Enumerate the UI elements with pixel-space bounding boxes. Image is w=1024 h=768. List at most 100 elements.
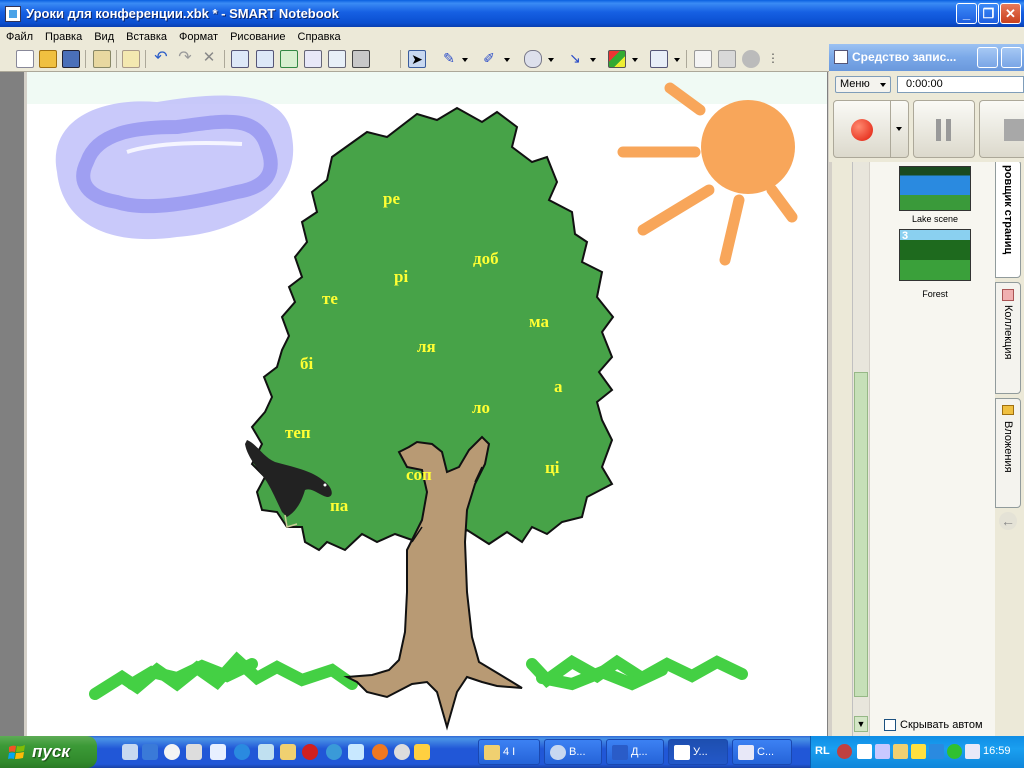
magic-wand-icon[interactable] (122, 50, 140, 68)
folder-icon[interactable] (280, 744, 296, 760)
quicklaunch-icon[interactable] (394, 744, 410, 760)
word-icon (612, 745, 628, 760)
syllable-word[interactable]: па (330, 496, 348, 516)
shapes-icon[interactable] (608, 50, 626, 68)
tab-attachments[interactable]: Вложения (995, 398, 1021, 508)
task-button[interactable]: 4 I (478, 739, 540, 765)
quicklaunch-icon[interactable] (142, 744, 158, 760)
auto-hide-checkbox[interactable] (884, 718, 896, 731)
pause-button[interactable] (913, 100, 975, 158)
stop-icon (1004, 119, 1024, 141)
select-arrow-icon[interactable]: ➤ (408, 50, 426, 68)
recorder-menu-button[interactable]: Меню (835, 76, 891, 93)
properties-icon[interactable] (694, 50, 712, 68)
new-page-icon[interactable] (16, 50, 34, 68)
creative-pen-icon[interactable]: ✐ (480, 50, 498, 68)
internet-explorer-icon[interactable] (234, 744, 250, 760)
record-button[interactable] (833, 100, 909, 158)
quicklaunch-icon[interactable] (210, 744, 226, 760)
record-dropdown-icon[interactable] (896, 127, 902, 131)
start-button[interactable]: пуск (0, 736, 97, 768)
stop-button[interactable] (979, 100, 1024, 158)
menu-insert[interactable]: Вставка (120, 31, 173, 43)
tab-gallery[interactable]: Коллекция (995, 282, 1021, 394)
syllable-word[interactable]: теп (285, 423, 311, 443)
line-icon[interactable]: ↘ (566, 50, 584, 68)
scroll-down-arrow[interactable]: ▼ (854, 716, 868, 732)
task-button[interactable]: С... (732, 739, 792, 765)
syllable-word[interactable]: ці (545, 458, 560, 478)
transparency-icon[interactable] (742, 50, 760, 68)
add-page-icon[interactable] (280, 50, 298, 68)
whiteboard-canvas[interactable]: ре рі доб те ма ля бі а ло теп ці соп па (27, 72, 827, 736)
save-icon[interactable] (62, 50, 80, 68)
eraser-icon[interactable] (524, 50, 542, 68)
tray-icon[interactable] (875, 744, 890, 759)
screen-shade-icon[interactable] (304, 50, 322, 68)
auto-hide-bar: Скрывать автом (870, 713, 995, 736)
opera-icon[interactable] (302, 744, 318, 760)
camera-icon[interactable] (352, 50, 370, 68)
fill-icon[interactable] (650, 50, 668, 68)
task-button[interactable]: В... (544, 739, 602, 765)
media-player-icon[interactable] (164, 744, 180, 760)
language-indicator[interactable]: RL (815, 745, 830, 757)
tray-arrow-icon[interactable] (837, 744, 852, 759)
volume-icon[interactable] (965, 744, 980, 759)
page-thumbnail-lake[interactable] (899, 166, 971, 211)
menu-edit[interactable]: Правка (39, 31, 88, 43)
quicklaunch-icon[interactable] (326, 744, 342, 760)
delete-icon[interactable]: ✕ (200, 50, 218, 68)
tray-icon[interactable] (947, 744, 962, 759)
syllable-word[interactable]: соп (406, 465, 432, 485)
syllable-word[interactable]: а (554, 377, 563, 397)
next-page-icon[interactable] (256, 50, 274, 68)
task-button[interactable]: Д... (606, 739, 664, 765)
clock: 16:59 (983, 745, 1011, 757)
quicklaunch-icon[interactable] (122, 744, 138, 760)
quicklaunch-icon[interactable] (258, 744, 274, 760)
quicklaunch-icon[interactable] (414, 744, 430, 760)
menu-help[interactable]: Справка (292, 31, 347, 43)
tray-icon[interactable] (911, 744, 926, 759)
menu-view[interactable]: Вид (88, 31, 120, 43)
quicklaunch-icon[interactable] (186, 744, 202, 760)
minimize-button[interactable]: _ (956, 3, 977, 24)
recorder-maximize-button[interactable] (1001, 47, 1022, 68)
more-tools-icon[interactable]: ⋮ (764, 50, 782, 68)
syllable-word[interactable]: ма (529, 312, 549, 332)
page-sorter-scrollbar[interactable]: ▼ (852, 160, 869, 736)
full-screen-icon[interactable] (328, 50, 346, 68)
undo-icon[interactable]: ↶ (152, 50, 170, 68)
page-thumbnail-forest[interactable]: 3 (899, 229, 971, 281)
collapse-arrow-icon[interactable]: ← (999, 512, 1017, 530)
redo-icon[interactable]: ↷ (176, 50, 194, 68)
tray-icon[interactable] (893, 744, 908, 759)
tray-icon[interactable] (857, 744, 872, 759)
pen-icon[interactable]: ✎ (440, 50, 458, 68)
syllable-word[interactable]: ля (417, 337, 436, 357)
syllable-word[interactable]: рі (394, 267, 408, 287)
recorder-minimize-button[interactable] (977, 47, 998, 68)
syllable-word[interactable]: доб (473, 249, 499, 269)
open-folder-icon[interactable] (39, 50, 57, 68)
syllable-word[interactable]: те (322, 289, 338, 309)
quicklaunch-icon[interactable] (348, 744, 364, 760)
syllable-word[interactable]: бі (300, 354, 313, 374)
menu-format[interactable]: Формат (173, 31, 224, 43)
paste-icon[interactable] (93, 50, 111, 68)
tab-page-sorter[interactable]: ровщик страниц (995, 160, 1021, 278)
scrollbar-thumb[interactable] (854, 372, 868, 697)
recorder-title-bar[interactable]: Средство запис... (829, 44, 1024, 71)
menu-draw[interactable]: Рисование (224, 31, 291, 43)
line-style-icon[interactable] (718, 50, 736, 68)
email-icon[interactable] (372, 744, 388, 760)
previous-page-icon[interactable] (231, 50, 249, 68)
syllable-word[interactable]: ло (472, 398, 490, 418)
task-button-active[interactable]: У... (668, 739, 728, 765)
restore-button[interactable]: ❐ (978, 3, 999, 24)
close-button[interactable]: ✕ (1000, 3, 1021, 24)
tray-icon[interactable] (929, 744, 944, 759)
menu-file[interactable]: Файл (0, 31, 39, 43)
syllable-word[interactable]: ре (383, 189, 400, 209)
